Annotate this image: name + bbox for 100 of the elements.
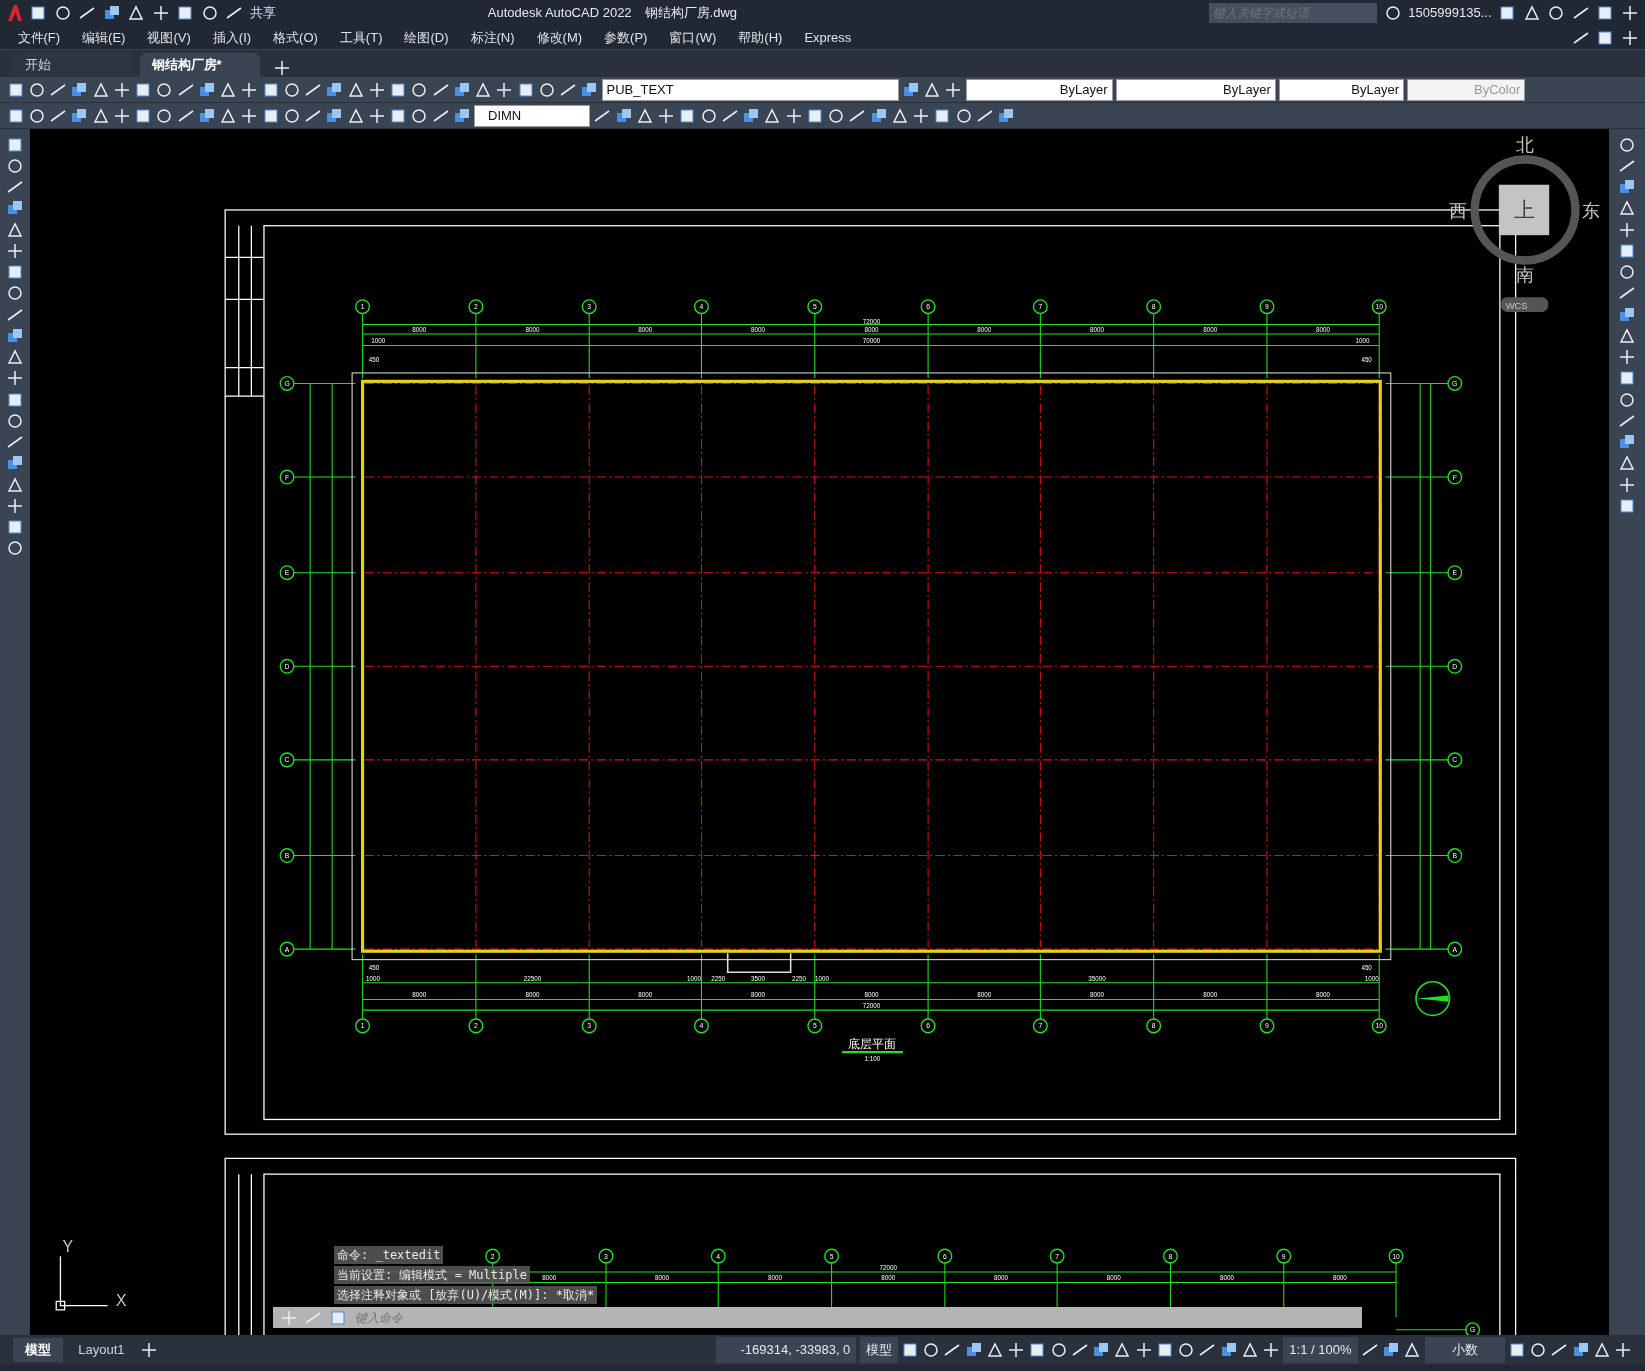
lineweight-dropdown[interactable]: ByLayer — [1279, 78, 1404, 101]
menu-item[interactable]: Express — [793, 27, 863, 48]
tool-icon[interactable] — [452, 106, 471, 125]
tool-icon[interactable] — [219, 106, 237, 125]
tool-icon[interactable] — [389, 80, 407, 99]
tool-icon[interactable] — [112, 106, 131, 125]
tool-icon[interactable] — [197, 80, 216, 99]
app-logo-icon[interactable] — [6, 4, 23, 22]
tool-icon[interactable] — [70, 80, 89, 99]
status-toggle-icon[interactable] — [1614, 1341, 1632, 1359]
tool-icon[interactable] — [805, 106, 824, 125]
status-toggle-icon[interactable] — [1262, 1341, 1281, 1359]
restore-icon[interactable] — [1596, 28, 1614, 47]
tool-icon[interactable] — [869, 106, 888, 125]
tool-icon[interactable] — [678, 106, 697, 125]
modify-tool-icon[interactable] — [1618, 199, 1636, 218]
status-toggle-icon[interactable] — [1028, 1341, 1047, 1359]
status-toggle-icon[interactable] — [1382, 1341, 1400, 1359]
document-tab[interactable]: 开始 — [13, 53, 133, 77]
tool-icon[interactable] — [346, 80, 365, 99]
tool-icon[interactable] — [516, 80, 535, 99]
menu-item[interactable]: 格式(O) — [262, 27, 329, 48]
quick-access-icon[interactable] — [176, 4, 194, 22]
status-toggle-icon[interactable] — [1240, 1341, 1259, 1359]
tool-icon[interactable] — [657, 106, 675, 125]
layout-tab[interactable]: Layout1 — [66, 1338, 137, 1362]
tool-icon[interactable] — [27, 106, 46, 125]
modify-tool-icon[interactable] — [1618, 454, 1636, 473]
units-dropdown[interactable]: 小数 — [1424, 1337, 1505, 1363]
tool-icon[interactable] — [367, 80, 386, 99]
annotation-scale-button[interactable]: 1:1 / 100% — [1283, 1337, 1358, 1363]
quick-access-icon[interactable] — [102, 4, 121, 22]
status-toggle-icon[interactable] — [1092, 1341, 1111, 1359]
tool-icon[interactable] — [219, 80, 237, 99]
dim-style-dropdown[interactable]: DIMN — [474, 104, 590, 127]
status-toggle-icon[interactable] — [900, 1341, 919, 1359]
menu-item[interactable]: 工具(T) — [328, 27, 394, 48]
draw-tool-icon[interactable] — [6, 369, 24, 388]
modify-tool-icon[interactable] — [1618, 475, 1636, 494]
tool-icon[interactable] — [70, 106, 89, 125]
model-space-button[interactable]: 模型 — [859, 1337, 898, 1363]
draw-tool-icon[interactable] — [6, 518, 24, 536]
layout-tab[interactable]: 模型 — [13, 1338, 63, 1362]
tool-icon[interactable] — [410, 80, 429, 99]
modify-tool-icon[interactable] — [1618, 348, 1636, 366]
tool-icon[interactable] — [325, 106, 344, 125]
status-toggle-icon[interactable] — [1550, 1341, 1569, 1359]
menu-item[interactable]: 参数(P) — [593, 27, 659, 48]
draw-tool-icon[interactable] — [6, 241, 24, 260]
tool-icon[interactable] — [197, 106, 216, 125]
menu-item[interactable]: 插入(I) — [201, 27, 263, 48]
draw-tool-icon[interactable] — [6, 475, 24, 494]
layer-dropdown[interactable]: PUB_TEXT — [601, 78, 899, 101]
maximize-icon[interactable] — [1596, 4, 1614, 22]
tool-icon[interactable] — [261, 106, 280, 125]
tool-icon[interactable] — [912, 106, 930, 125]
tool-icon[interactable] — [325, 80, 344, 99]
menu-item[interactable]: 视图(V) — [136, 27, 202, 48]
draw-tool-icon[interactable] — [6, 156, 24, 175]
draw-tool-icon[interactable] — [6, 263, 24, 281]
layer-tool-icon[interactable] — [944, 80, 963, 99]
tool-icon[interactable] — [537, 80, 556, 99]
draw-tool-icon[interactable] — [6, 433, 24, 451]
status-toggle-icon[interactable] — [1571, 1341, 1590, 1359]
modify-tool-icon[interactable] — [1618, 263, 1636, 281]
linetype-dropdown[interactable]: ByLayer — [1115, 78, 1276, 101]
tool-icon[interactable] — [933, 106, 952, 125]
quick-access-icon[interactable] — [53, 4, 72, 22]
draw-tool-icon[interactable] — [6, 390, 24, 409]
tool-icon[interactable] — [6, 80, 25, 99]
tool-icon[interactable] — [954, 106, 973, 125]
quick-access-icon[interactable] — [127, 4, 145, 22]
tool-icon[interactable] — [474, 80, 492, 99]
menu-item[interactable]: 编辑(E) — [71, 27, 137, 48]
status-toggle-icon[interactable] — [1134, 1341, 1153, 1359]
status-toggle-icon[interactable] — [1155, 1341, 1174, 1359]
draw-tool-icon[interactable] — [6, 178, 24, 196]
tool-icon[interactable] — [6, 106, 25, 125]
color-dropdown[interactable]: ByLayer — [965, 78, 1113, 101]
status-toggle-icon[interactable] — [1403, 1341, 1422, 1359]
status-toggle-icon[interactable] — [985, 1341, 1004, 1359]
menu-item[interactable]: 帮助(H) — [727, 27, 794, 48]
modify-tool-icon[interactable] — [1618, 369, 1636, 388]
modify-tool-icon[interactable] — [1618, 496, 1636, 515]
modify-tool-icon[interactable] — [1618, 135, 1636, 154]
document-tab[interactable]: 钢结构厂房* — [139, 53, 260, 77]
modify-tool-icon[interactable] — [1618, 326, 1636, 345]
tool-icon[interactable] — [155, 80, 174, 99]
modify-tool-icon[interactable] — [1618, 178, 1636, 196]
status-toggle-icon[interactable] — [1592, 1341, 1611, 1359]
tool-icon[interactable] — [240, 80, 259, 99]
quick-access-icon[interactable] — [78, 4, 96, 22]
draw-tool-icon[interactable] — [6, 220, 24, 239]
draw-tool-icon[interactable] — [6, 496, 24, 515]
tool-icon[interactable] — [282, 80, 301, 99]
status-toggle-icon[interactable] — [1177, 1341, 1196, 1359]
tool-icon[interactable] — [890, 106, 909, 125]
tool-icon[interactable] — [699, 106, 718, 125]
tool-icon[interactable] — [742, 106, 760, 125]
tool-icon[interactable] — [452, 80, 471, 99]
